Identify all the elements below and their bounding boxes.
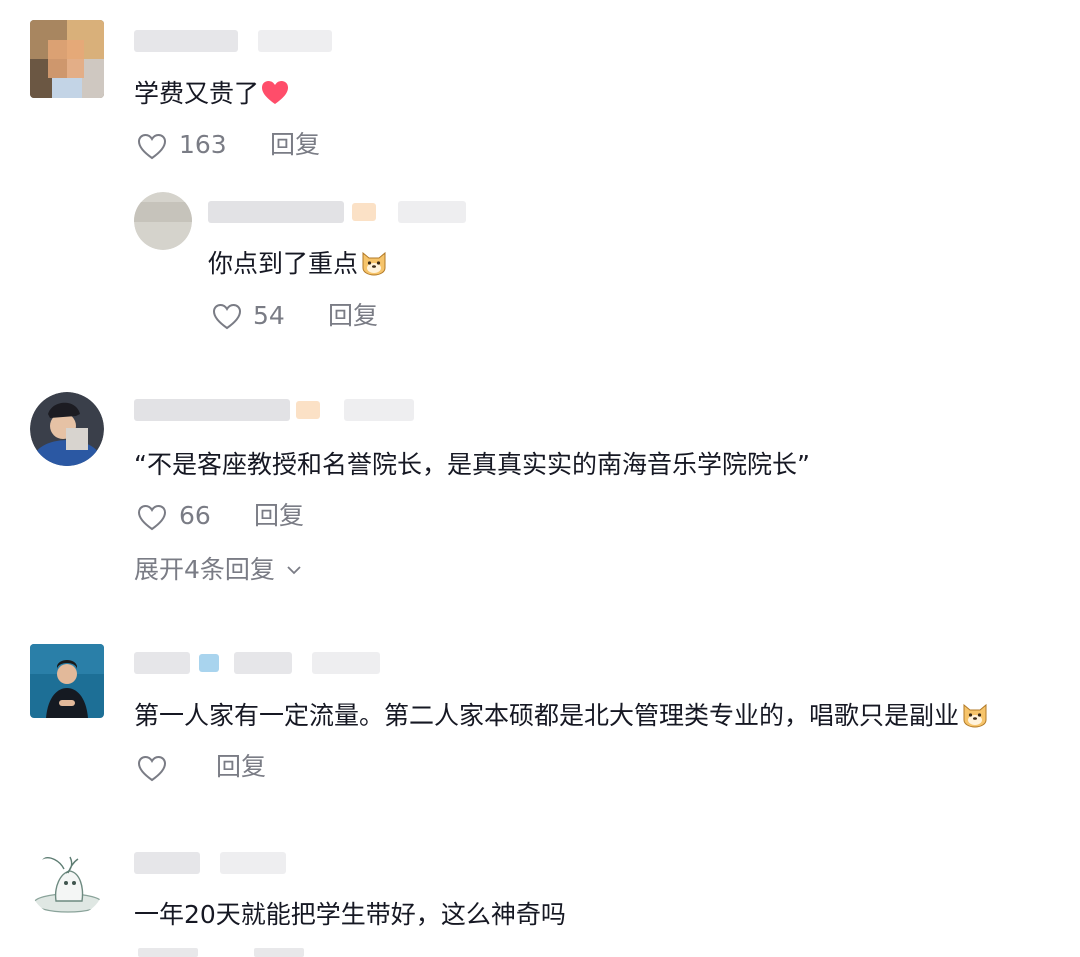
dog-emoji-icon [961, 702, 989, 737]
avatar[interactable] [30, 392, 104, 466]
avatar[interactable] [30, 20, 104, 98]
reply-button[interactable]: 回复 [216, 751, 266, 783]
username-blurred [134, 652, 190, 674]
comment-text: 一年20天就能把学生带好，这么神奇吗 [134, 900, 566, 929]
reply-button[interactable]: 回复 [254, 500, 304, 532]
badge-blurred [352, 203, 376, 221]
username-blurred [134, 852, 200, 874]
reply-button[interactable]: 回复 [270, 129, 320, 161]
timestamp-blurred [344, 399, 414, 421]
timestamp-blurred [258, 30, 332, 52]
like-count: 163 [179, 130, 227, 159]
comment-text: 学费又贵了 [134, 77, 289, 115]
like-heart-icon[interactable] [137, 133, 167, 160]
heart-emoji-icon [261, 80, 289, 115]
comment-text: 你点到了重点 [208, 247, 388, 285]
username-blurred [208, 201, 344, 223]
like-heart-icon[interactable] [137, 504, 167, 531]
dog-emoji-icon [360, 250, 388, 285]
reply-button[interactable]: 回复 [328, 300, 378, 332]
username-blurred [134, 399, 290, 421]
comment-text: 第一人家有一定流量。第二人家本硕都是北大管理类专业的，唱歌只是副业 [134, 699, 989, 737]
like-heart-icon[interactable] [212, 303, 242, 330]
chevron-down-icon [287, 551, 301, 583]
like-count: 54 [253, 301, 285, 330]
avatar[interactable] [134, 192, 192, 250]
badge-blurred [199, 654, 219, 672]
username-blurred [134, 30, 238, 52]
avatar[interactable] [30, 644, 104, 718]
username-blurred [234, 652, 292, 674]
reply-button-clipped[interactable] [254, 948, 314, 957]
comment-text: “不是客座教授和名誉院长，是真真实实的南海音乐学院院长” [134, 450, 810, 479]
timestamp-blurred [398, 201, 466, 223]
expand-replies-button[interactable]: 展开4条回复 [134, 551, 301, 586]
timestamp-blurred [312, 652, 380, 674]
timestamp-blurred [220, 852, 286, 874]
avatar[interactable] [30, 851, 104, 917]
like-count: 66 [179, 501, 211, 530]
badge-blurred [296, 401, 320, 419]
like-heart-icon[interactable] [137, 755, 167, 782]
expand-replies-label: 展开4条回复 [134, 555, 275, 584]
